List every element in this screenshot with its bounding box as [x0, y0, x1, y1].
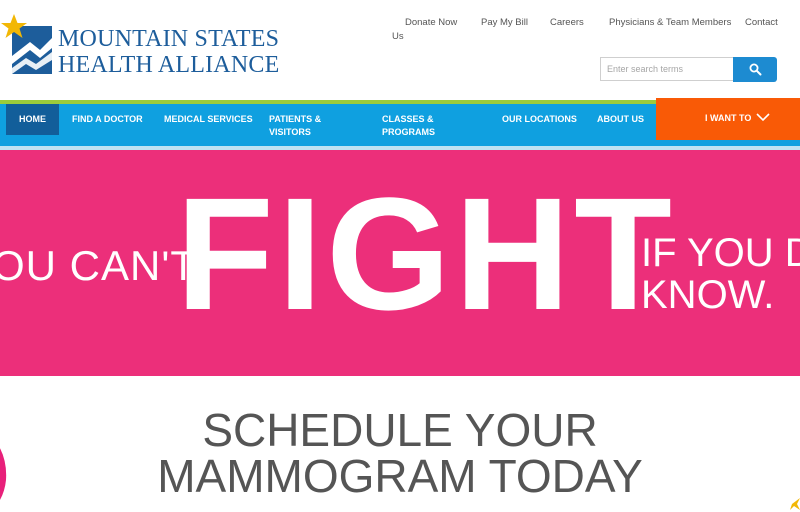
contact-link[interactable]: Contact: [745, 16, 778, 30]
pay-bill-link[interactable]: Pay My Bill: [481, 16, 528, 30]
contact-link-continued[interactable]: Us: [392, 30, 404, 44]
hero-text-fight: FIGHT: [176, 164, 676, 343]
nav-medical-services[interactable]: MEDICAL SERVICES: [164, 113, 253, 126]
search-button[interactable]: [733, 57, 777, 82]
hero-text-left: OU CAN'T: [0, 242, 198, 289]
search-input[interactable]: [600, 57, 734, 81]
nav-home[interactable]: HOME: [6, 104, 59, 135]
nav-find-a-doctor[interactable]: FIND A DOCTOR: [72, 113, 143, 126]
cta-line-2: MAMMOGRAM TODAY: [157, 450, 643, 502]
nav-about-us[interactable]: ABOUT US: [597, 113, 644, 126]
brand-name: MOUNTAIN STATES HEALTH ALLIANCE: [58, 26, 279, 78]
i-want-to-label: I WANT TO: [705, 113, 752, 123]
brand-line-2: HEALTH ALLIANCE: [58, 52, 280, 78]
hero-banner[interactable]: OU CAN'T FIGHT IF YOU D KNOW.: [0, 150, 800, 376]
brand-line-1: MOUNTAIN STATES: [58, 26, 280, 52]
hero-text-right-1: IF YOU D: [641, 231, 800, 275]
nav-our-locations[interactable]: OUR LOCATIONS: [502, 113, 577, 126]
donate-link[interactable]: Donate Now: [405, 16, 457, 30]
i-want-to-dropdown[interactable]: I WANT TO: [656, 98, 800, 140]
nav-classes-programs[interactable]: CLASSES & PROGRAMS: [382, 113, 462, 139]
cta-line-1: SCHEDULE YOUR: [202, 404, 598, 456]
search-box: [600, 57, 777, 82]
careers-link[interactable]: Careers: [550, 16, 584, 30]
search-icon: [749, 63, 761, 76]
star-icon: [790, 498, 800, 510]
physicians-link[interactable]: Physicians & Team Members: [609, 16, 731, 30]
brand-logo[interactable]: MOUNTAIN STATES HEALTH ALLIANCE: [0, 12, 280, 82]
nav-patients-visitors[interactable]: PATIENTS & VISITORS: [269, 113, 349, 139]
pink-ribbon-image: [0, 448, 7, 500]
logo-mark-icon: [1, 14, 52, 74]
site-header: MOUNTAIN STATES HEALTH ALLIANCE Donate N…: [0, 0, 800, 100]
hero-text-right-2: KNOW.: [641, 273, 775, 317]
chevron-down-icon: [756, 113, 770, 122]
